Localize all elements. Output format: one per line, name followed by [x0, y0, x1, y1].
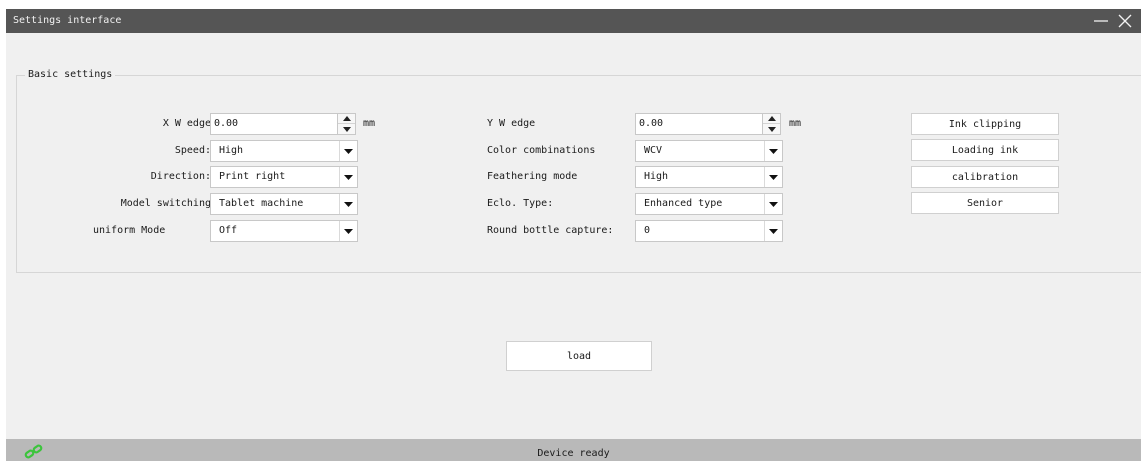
model-switching-label: Model switching	[120, 198, 211, 209]
color-combinations-value: WCV	[644, 145, 663, 156]
spin-up-icon[interactable]	[763, 114, 780, 124]
chevron-down-icon[interactable]	[339, 167, 357, 187]
feathering-mode-select[interactable]: High	[635, 166, 783, 188]
eclo-type-select[interactable]: Enhanced type	[635, 193, 783, 215]
spin-down-icon[interactable]	[338, 124, 355, 134]
y-edge-spin-arrows	[762, 114, 780, 134]
link-icon	[24, 443, 44, 461]
uniform-mode-select[interactable]: Off	[210, 220, 358, 242]
eclo-type-label: Eclo. Type:	[487, 198, 554, 209]
feathering-mode-value: High	[644, 171, 669, 182]
ink-clipping-button[interactable]: Ink clipping	[911, 113, 1059, 135]
chevron-down-icon[interactable]	[764, 167, 782, 187]
direction-label: Direction:	[150, 171, 211, 182]
round-bottle-capture-value: 0	[644, 225, 651, 236]
feathering-mode-label: Feathering mode	[487, 171, 578, 182]
x-edge-unit: mm	[363, 118, 376, 129]
color-combinations-label: Color combinations	[487, 145, 596, 156]
y-edge-value[interactable]: 0.00	[639, 114, 663, 134]
y-edge-label: Y W edge	[487, 118, 536, 129]
uniform-mode-label: uniform Mode	[93, 225, 166, 236]
settings-window: Settings interface Basic settings X W ed…	[6, 9, 1141, 461]
x-edge-spinbox[interactable]: 0.00	[210, 113, 356, 135]
model-switching-value: Tablet machine	[219, 198, 304, 209]
load-button[interactable]: load	[506, 341, 652, 371]
spin-up-icon[interactable]	[338, 114, 355, 124]
status-bar: Device ready	[6, 439, 1141, 461]
minimize-icon[interactable]	[1090, 9, 1112, 33]
y-edge-spinbox[interactable]: 0.00	[635, 113, 781, 135]
title-bar[interactable]: Settings interface	[6, 9, 1141, 33]
speed-label: Speed:	[174, 145, 211, 156]
round-bottle-capture-select[interactable]: 0	[635, 220, 783, 242]
senior-button[interactable]: Senior	[911, 192, 1059, 214]
chevron-down-icon[interactable]	[339, 194, 357, 214]
window-title: Settings interface	[13, 15, 122, 26]
close-icon[interactable]	[1114, 9, 1136, 33]
direction-select[interactable]: Print right	[210, 166, 358, 188]
x-edge-label: X W edge	[162, 118, 211, 129]
direction-value: Print right	[219, 171, 286, 182]
uniform-mode-value: Off	[219, 225, 238, 236]
loading-ink-button[interactable]: Loading ink	[911, 139, 1059, 161]
spin-down-icon[interactable]	[763, 124, 780, 134]
speed-select[interactable]: High	[210, 140, 358, 162]
x-edge-value[interactable]: 0.00	[214, 114, 238, 134]
group-title: Basic settings	[25, 69, 116, 80]
chevron-down-icon[interactable]	[339, 221, 357, 241]
status-text: Device ready	[537, 448, 610, 459]
x-edge-spin-arrows	[337, 114, 355, 134]
round-bottle-capture-label: Round bottle capture:	[487, 225, 614, 236]
eclo-type-value: Enhanced type	[644, 198, 723, 209]
chevron-down-icon[interactable]	[764, 141, 782, 161]
model-switching-select[interactable]: Tablet machine	[210, 193, 358, 215]
chevron-down-icon[interactable]	[339, 141, 357, 161]
chevron-down-icon[interactable]	[764, 194, 782, 214]
calibration-button[interactable]: calibration	[911, 166, 1059, 188]
basic-settings-group: Basic settings X W edge Speed: Direction…	[16, 69, 1141, 273]
speed-value: High	[219, 145, 244, 156]
chevron-down-icon[interactable]	[764, 221, 782, 241]
y-edge-unit: mm	[789, 118, 802, 129]
color-combinations-select[interactable]: WCV	[635, 140, 783, 162]
